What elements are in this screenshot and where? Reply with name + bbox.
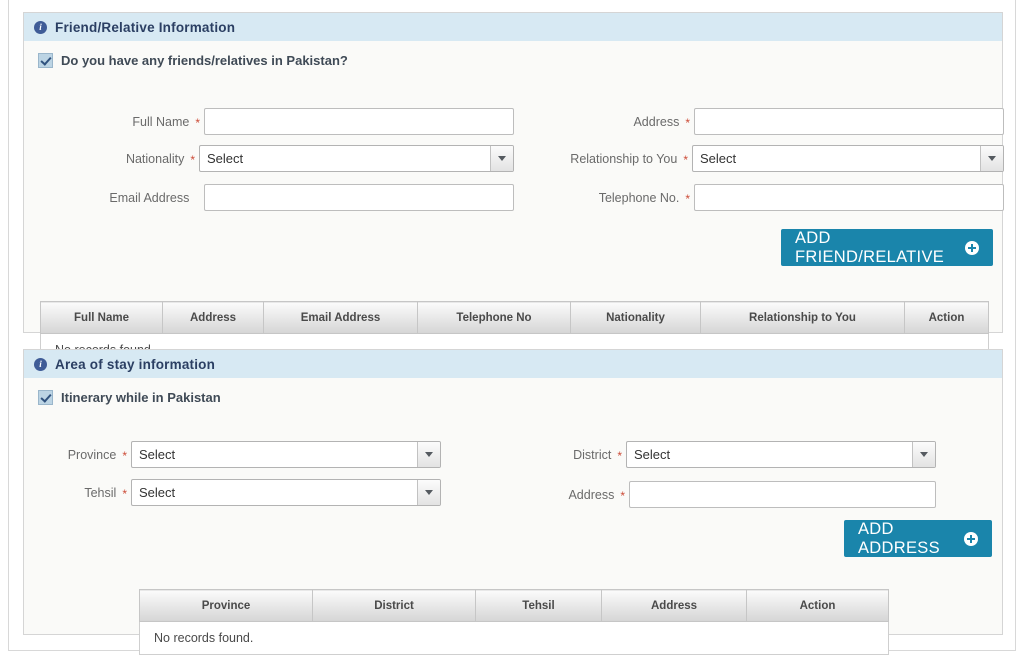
full-name-required-mark: * — [195, 115, 200, 130]
stay-address-required-mark: * — [620, 488, 625, 503]
plus-circle-icon — [964, 531, 978, 546]
telephone-no-input[interactable] — [694, 184, 1004, 211]
panel-title: Friend/Relative Information — [55, 19, 236, 35]
field-nationality: Nationality * Select — [24, 145, 514, 172]
field-province: Province * Select — [24, 441, 441, 468]
relationship-to-you-select-value: Select — [700, 151, 737, 166]
table-header-cell: District — [312, 589, 476, 622]
table-header-cell: Telephone No — [417, 301, 571, 334]
itinerary-checkbox[interactable] — [38, 390, 53, 405]
table-header-cell: Province — [139, 589, 313, 622]
area-of-stay-panel-body: Itinerary while in Pakistan Province * S… — [24, 378, 1002, 655]
table-header-cell: Action — [746, 589, 889, 622]
table-header-cell: Nationality — [570, 301, 701, 334]
table-header-cell: Relationship to You — [700, 301, 905, 334]
friend-relative-panel-body: Do you have any friends/relatives in Pak… — [24, 41, 1004, 367]
itinerary-checkbox-row[interactable]: Itinerary while in Pakistan — [24, 378, 1002, 405]
tehsil-select[interactable]: Select — [131, 479, 441, 506]
area-of-stay-panel-header: i Area of stay information — [24, 350, 1002, 378]
address-input[interactable] — [694, 108, 1004, 135]
chevron-down-icon[interactable] — [417, 442, 440, 467]
address-required-mark: * — [685, 115, 690, 130]
table-header-row: Province District Tehsil Address Action — [139, 589, 889, 622]
district-select[interactable]: Select — [626, 441, 936, 468]
stay-address-label: Address — [568, 487, 615, 502]
nationality-select[interactable]: Select — [199, 145, 514, 172]
add-friend-relative-button-label: ADD FRIEND/RELATIVE — [795, 228, 945, 266]
add-address-button-label: ADD ADDRESS — [858, 519, 940, 557]
area-of-stay-table: Province District Tehsil Address Action … — [139, 589, 889, 655]
chevron-down-icon[interactable] — [912, 442, 935, 467]
area-of-stay-panel: i Area of stay information Itinerary whi… — [23, 349, 1003, 655]
chevron-down-icon[interactable] — [417, 480, 440, 505]
field-full-name: Full Name * — [24, 108, 514, 135]
relationship-to-you-label: Relationship to You — [570, 151, 678, 166]
nationality-label: Nationality — [125, 151, 185, 166]
friends-relatives-checkbox-label: Do you have any friends/relatives in Pak… — [61, 53, 348, 68]
tehsil-label: Tehsil — [84, 485, 117, 500]
relationship-to-you-required-mark: * — [683, 152, 688, 167]
field-stay-address: Address * — [441, 481, 936, 508]
email-address-label: Email Address — [109, 190, 190, 205]
page-container: i Friend/Relative Information Do you hav… — [8, 0, 1016, 655]
full-name-input[interactable] — [204, 108, 514, 135]
province-label: Province — [67, 447, 117, 462]
friends-relatives-checkbox-row[interactable]: Do you have any friends/relatives in Pak… — [24, 41, 1002, 68]
district-select-value: Select — [634, 447, 671, 462]
itinerary-checkbox-label: Itinerary while in Pakistan — [61, 390, 221, 405]
friend-relative-panel: i Friend/Relative Information Do you hav… — [23, 12, 1004, 367]
address-label: Address — [633, 114, 680, 129]
table-header-cell: Address — [162, 301, 264, 334]
province-required-mark: * — [122, 448, 127, 463]
field-relationship-to-you: Relationship to You * Select — [514, 145, 1004, 172]
nationality-select-value: Select — [207, 151, 244, 166]
province-select[interactable]: Select — [131, 441, 441, 468]
table-empty-row: No records found. — [139, 621, 889, 655]
email-address-input[interactable] — [204, 184, 514, 211]
info-icon: i — [34, 20, 47, 34]
relationship-to-you-select[interactable]: Select — [692, 145, 1004, 172]
table-header-cell: Email Address — [263, 301, 418, 334]
telephone-no-required-mark: * — [685, 191, 690, 206]
field-address: Address * — [514, 108, 1004, 135]
chevron-down-icon[interactable] — [980, 146, 1003, 171]
field-email-address: Email Address * — [24, 184, 514, 211]
district-label: District — [573, 447, 612, 462]
friend-relative-panel-header: i Friend/Relative Information — [24, 13, 1002, 41]
info-icon: i — [34, 357, 47, 371]
field-telephone-no: Telephone No. * — [514, 184, 1004, 211]
district-required-mark: * — [617, 448, 622, 463]
full-name-label: Full Name — [132, 114, 190, 129]
chevron-down-icon[interactable] — [490, 146, 513, 171]
plus-circle-icon — [965, 240, 979, 255]
add-friend-relative-button[interactable]: ADD FRIEND/RELATIVE — [781, 229, 993, 266]
tehsil-required-mark: * — [122, 486, 127, 501]
province-select-value: Select — [139, 447, 176, 462]
no-records-message: No records found. — [139, 621, 889, 655]
table-header-row: Full Name Address Email Address Telephon… — [40, 301, 989, 334]
table-header-cell: Full Name — [40, 301, 163, 334]
panel-title: Area of stay information — [55, 356, 216, 372]
stay-address-input[interactable] — [629, 481, 936, 508]
field-tehsil: Tehsil * Select — [24, 479, 441, 506]
tehsil-select-value: Select — [139, 485, 176, 500]
friends-relatives-checkbox[interactable] — [38, 53, 53, 68]
table-header-cell: Tehsil — [475, 589, 602, 622]
add-address-button[interactable]: ADD ADDRESS — [844, 520, 992, 557]
telephone-no-label: Telephone No. — [598, 190, 680, 205]
table-header-cell: Action — [904, 301, 989, 334]
table-header-cell: Address — [601, 589, 747, 622]
nationality-required-mark: * — [190, 152, 195, 167]
field-district: District * Select — [441, 441, 936, 468]
